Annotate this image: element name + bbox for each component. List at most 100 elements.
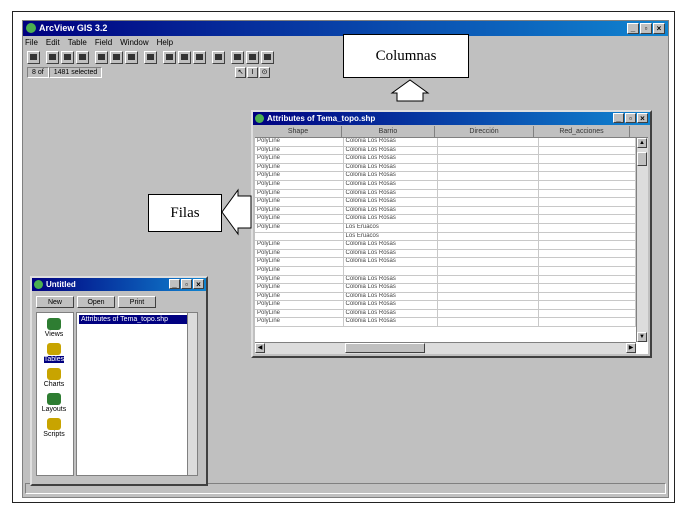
find-icon[interactable] (231, 51, 244, 64)
table-cell[interactable] (539, 309, 636, 318)
project-icon-layouts[interactable]: Layouts (37, 393, 71, 413)
table-cell[interactable] (438, 284, 539, 292)
switch-selection-icon[interactable] (125, 51, 138, 64)
open-button[interactable]: Open (77, 296, 115, 308)
table-row[interactable]: PolyLine Colonia Los Rosas (255, 155, 636, 164)
table-cell[interactable]: PolyLine (255, 163, 344, 172)
table-cell[interactable]: PolyLine (255, 266, 344, 275)
table-cell[interactable]: Colonia Los Rosas (344, 318, 439, 327)
table-row[interactable]: PolyLine Colonia Los Rosas (255, 215, 636, 224)
project-minimize-button[interactable]: _ (169, 279, 180, 289)
table-row[interactable]: PolyLine Colonia Los Rosas (255, 163, 636, 173)
attributes-maximize-button[interactable]: ▫ (625, 113, 636, 123)
table-cell[interactable] (438, 241, 539, 249)
column-header-red-acciones[interactable]: Red_acciones (534, 126, 630, 137)
document-list-scrollbar[interactable] (187, 313, 197, 475)
save-icon[interactable] (27, 51, 40, 64)
table-cell[interactable]: PolyLine (255, 146, 344, 155)
table-row[interactable]: PolyLine Colonia Los Rosas (255, 284, 636, 293)
horizontal-scrollbar[interactable]: ◀ ▶ (255, 342, 636, 354)
table-cell[interactable]: Colonia Los Rosas (344, 284, 439, 292)
maximize-button[interactable]: ▫ (640, 23, 652, 34)
table-row[interactable]: PolyLine (255, 266, 636, 276)
menu-field[interactable]: Field (95, 38, 112, 50)
sort-ascending-icon[interactable] (163, 51, 176, 64)
table-row[interactable]: PolyLine Colonia Los Rosas (255, 146, 636, 156)
help-icon[interactable] (261, 51, 274, 64)
table-cell[interactable] (438, 266, 539, 275)
table-cell[interactable] (539, 172, 636, 180)
table-cell[interactable] (438, 146, 539, 155)
table-row[interactable]: PolyLine Colonia Los Rosas (255, 172, 636, 181)
pointer-tool-icon[interactable]: ↖ (235, 67, 246, 78)
table-cell[interactable]: Colonia Los Rosas (344, 249, 439, 258)
table-cell[interactable] (539, 223, 636, 232)
table-cell[interactable] (539, 146, 636, 155)
table-cell[interactable]: Colonia Los Rosas (344, 309, 439, 318)
table-cell[interactable] (438, 249, 539, 258)
table-cell[interactable] (539, 301, 636, 309)
table-cell[interactable]: PolyLine (255, 180, 344, 189)
scroll-right-icon[interactable]: ▶ (626, 343, 636, 353)
table-cell[interactable] (539, 232, 636, 241)
table-cell[interactable] (438, 309, 539, 318)
table-cell[interactable]: PolyLine (255, 309, 344, 318)
table-cell[interactable] (438, 275, 539, 284)
edit-tool-icon[interactable]: I (247, 67, 258, 78)
menu-file[interactable]: File (25, 38, 38, 50)
menu-window[interactable]: Window (120, 38, 148, 50)
table-cell[interactable] (438, 189, 539, 198)
table-cell[interactable] (438, 258, 539, 266)
table-cell[interactable]: Colonia Los Rosas (344, 198, 439, 206)
chart-icon[interactable] (212, 51, 225, 64)
table-cell[interactable] (438, 301, 539, 309)
attributes-titlebar[interactable]: Attributes of Tema_topo.shp _ ▫ × (253, 112, 650, 125)
table-cell[interactable] (438, 206, 539, 215)
table-row[interactable]: PolyLine Colonia Los Rosas (255, 241, 636, 250)
menu-edit[interactable]: Edit (46, 38, 60, 50)
table-cell[interactable] (438, 232, 539, 241)
table-cell[interactable] (438, 223, 539, 232)
identify-tool-icon[interactable]: ⊙ (259, 67, 270, 78)
table-cell[interactable]: PolyLine (255, 301, 344, 309)
table-cell[interactable]: Colonia Los Rosas (344, 275, 439, 284)
table-cell[interactable] (539, 206, 636, 215)
attributes-minimize-button[interactable]: _ (613, 113, 624, 123)
table-cell[interactable] (344, 266, 439, 275)
table-cell[interactable]: Colonia Los Rosas (344, 241, 439, 249)
vertical-scrollbar[interactable]: ▲ ▼ (636, 138, 648, 342)
table-cell[interactable]: Colonia Los Rosas (344, 172, 439, 180)
table-row[interactable]: PolyLine Colonia Los Rosas (255, 198, 636, 207)
table-cell[interactable] (438, 215, 539, 223)
table-cell[interactable] (539, 275, 636, 284)
select-none-icon[interactable] (110, 51, 123, 64)
table-cell[interactable] (539, 292, 636, 301)
paste-icon[interactable] (76, 51, 89, 64)
table-cell[interactable] (539, 215, 636, 223)
document-item[interactable]: Attributes of Tema_topo.shp (79, 315, 195, 324)
table-cell[interactable] (438, 198, 539, 206)
table-cell[interactable] (539, 180, 636, 189)
sort-descending-icon[interactable] (178, 51, 191, 64)
table-cell[interactable]: Los Eruacos (344, 232, 439, 241)
new-button[interactable]: New (36, 296, 74, 308)
table-cell[interactable]: PolyLine (255, 241, 344, 249)
table-cell[interactable] (255, 232, 344, 241)
table-cell[interactable]: PolyLine (255, 292, 344, 301)
cut-icon[interactable] (46, 51, 59, 64)
table-row[interactable]: PolyLine Colonia Los Rosas (255, 189, 636, 199)
project-icon-charts[interactable]: Charts (37, 368, 71, 388)
scroll-down-icon[interactable]: ▼ (637, 332, 647, 342)
table-cell[interactable]: Colonia Los Rosas (344, 138, 439, 146)
table-cell[interactable]: PolyLine (255, 249, 344, 258)
table-cell[interactable]: PolyLine (255, 318, 344, 327)
project-icon-scripts[interactable]: Scripts (37, 418, 71, 438)
project-icon-views[interactable]: Views (37, 318, 71, 338)
table-cell[interactable]: PolyLine (255, 189, 344, 198)
column-header-shape[interactable]: Shape (255, 126, 342, 137)
vertical-scroll-thumb[interactable] (637, 152, 647, 166)
table-cell[interactable] (539, 198, 636, 206)
table-row[interactable]: PolyLine Colonia Los Rosas (255, 275, 636, 285)
table-cell[interactable] (539, 155, 636, 163)
close-button[interactable]: × (653, 23, 665, 34)
